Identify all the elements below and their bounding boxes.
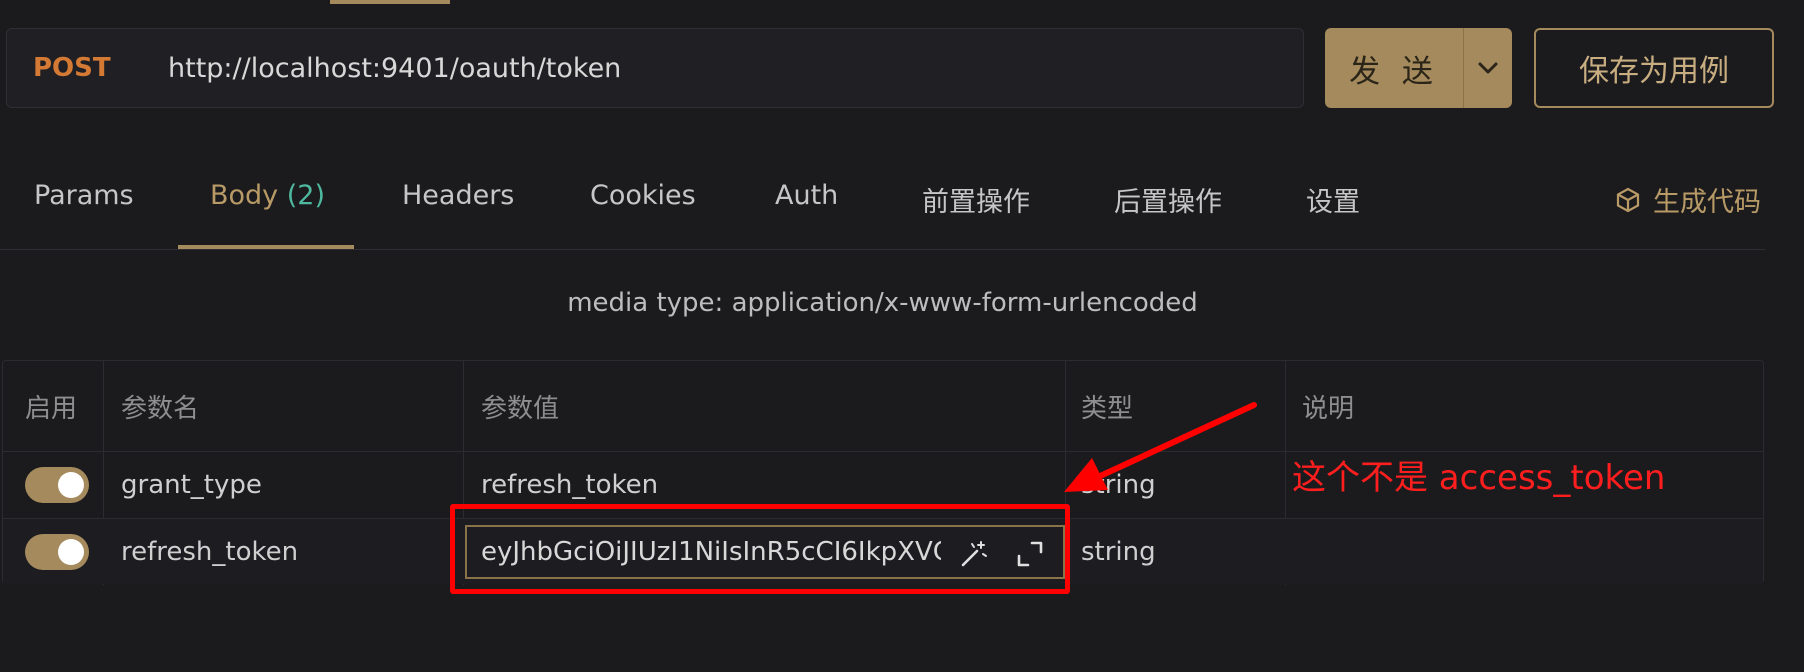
annotation-arrow: [1064, 402, 1257, 492]
annotation-text: 这个不是 access_token: [1292, 458, 1666, 498]
